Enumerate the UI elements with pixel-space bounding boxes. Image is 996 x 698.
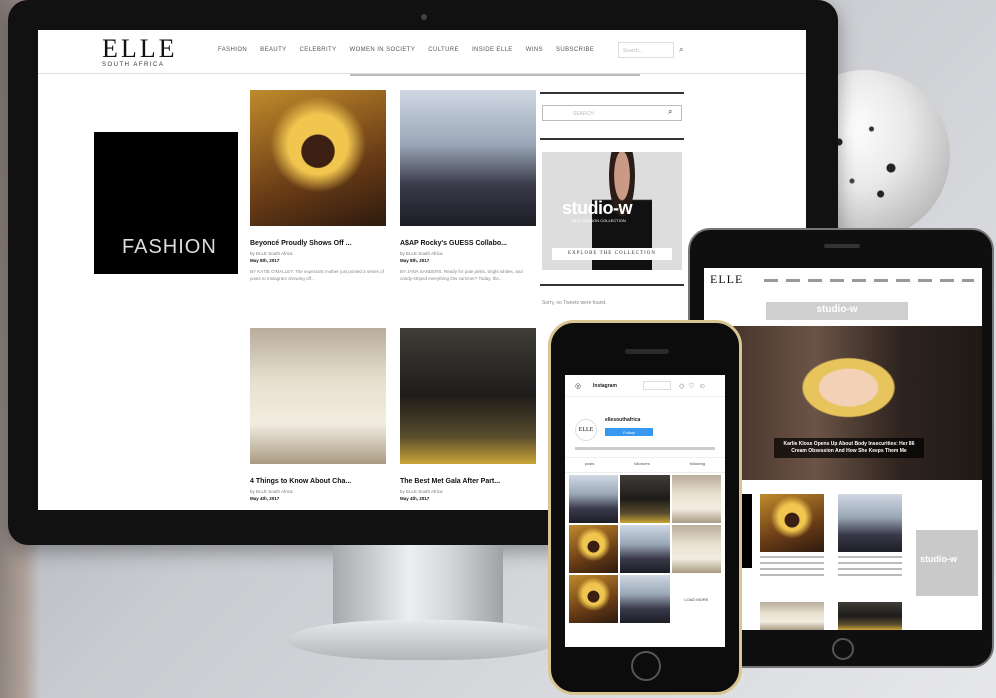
article-text [760, 556, 824, 576]
logo-main: ELLE [102, 34, 178, 63]
avatar[interactable]: ELLE [575, 419, 597, 441]
search-icon[interactable]: ⌕ [668, 107, 672, 117]
article-image[interactable] [838, 494, 902, 552]
elle-logo[interactable]: ELLE SOUTH AFRICA [102, 34, 178, 69]
elle-logo[interactable]: ELLE [710, 272, 743, 287]
instagram-title: Instagram [593, 383, 617, 389]
follow-button[interactable]: Follow [605, 428, 653, 436]
monitor-stand-neck [333, 545, 503, 625]
profile-handle: ellesouthafrica [605, 417, 641, 423]
photo-grid: LOAD MORE [569, 475, 721, 623]
article-title[interactable]: The Best Met Gala After Part... [400, 478, 536, 485]
search-icon[interactable]: ⌕ [679, 45, 683, 55]
ad-cta-button[interactable]: EXPLORE THE COLLECTION [552, 248, 672, 260]
sidebar-search-input[interactable]: SEARCH [542, 105, 682, 121]
category-banner: FASHION [94, 132, 238, 274]
tablet-speaker [824, 244, 860, 248]
grid-photo[interactable] [620, 475, 670, 523]
studio-w-ad[interactable]: studio-w [916, 530, 978, 596]
article-image[interactable] [760, 602, 824, 630]
grid-photo[interactable] [620, 525, 670, 573]
sidebar-divider [540, 138, 684, 140]
profile-bio [575, 447, 715, 450]
main-nav: FASHION BEAUTY CELEBRITY WOMEN IN SOCIET… [218, 47, 594, 53]
profile-stats: posts followers following [565, 457, 725, 473]
ad-brand: studio-w [920, 554, 957, 564]
article-image[interactable] [838, 602, 902, 630]
article-title[interactable]: 4 Things to Know About Cha... [250, 478, 386, 485]
grid-photo[interactable] [569, 575, 619, 623]
article-date: May 8th, 2017 [400, 258, 430, 263]
grid-photo[interactable] [569, 475, 619, 523]
article-title[interactable]: Beyoncé Proudly Shows Off ... [250, 240, 386, 247]
instagram-header: ◎ Instagram ◇♡☺ [565, 375, 725, 397]
sidebar-divider [540, 92, 684, 94]
article-excerpt: BY JANA SANDERS. Ready for pale pinks, b… [400, 269, 523, 281]
grid-photo[interactable] [620, 575, 670, 623]
site-header: ELLE SOUTH AFRICA FASHION BEAUTY CELEBRI… [38, 30, 806, 74]
ad-tagline: NEW SEASON COLLECTION [572, 218, 626, 223]
phone-speaker [625, 349, 669, 354]
nav-item-inside-elle[interactable]: INSIDE ELLE [472, 47, 513, 53]
article-card[interactable]: The Best Met Gala After Part... by ELLE … [400, 328, 536, 501]
article-card[interactable]: 4 Things to Know About Cha... by ELLE So… [250, 328, 386, 501]
nav-item-women-in-society[interactable]: WOMEN IN SOCIETY [350, 47, 416, 53]
article-author: by ELLE South Africa [250, 251, 293, 256]
hero-caption[interactable]: Karlie Kloss Opens Up About Body Insecur… [774, 438, 924, 458]
home-button[interactable] [631, 651, 661, 681]
article-title[interactable]: A$AP Rocky's GUESS Collabo... [400, 240, 536, 247]
article-card[interactable]: Beyoncé Proudly Shows Off ... by ELLE So… [250, 90, 386, 282]
home-button[interactable] [832, 638, 854, 660]
article-image[interactable] [760, 494, 824, 552]
main-nav[interactable] [764, 279, 974, 282]
sidebar-divider [540, 284, 684, 286]
tablet-screen: ELLE studio-w Karlie Kloss Opens Up Abou… [704, 268, 982, 630]
nav-item-fashion[interactable]: FASHION [218, 47, 247, 53]
ad-brand: studio-w [562, 198, 633, 218]
article-date: May 4th, 2017 [250, 496, 280, 501]
nav-item-wins[interactable]: WINS [526, 47, 543, 53]
article-card[interactable]: A$AP Rocky's GUESS Collabo... by ELLE So… [400, 90, 536, 282]
studio-w-banner[interactable]: studio-w [766, 302, 908, 320]
stat-following[interactable]: following [690, 458, 706, 472]
article-date: May 4th, 2017 [400, 496, 430, 501]
nav-icons[interactable]: ◇♡☺ [679, 382, 710, 390]
article-image[interactable] [400, 328, 536, 464]
article-excerpt: BY KATIE O'MALLEY. The expectant mother … [250, 269, 384, 281]
stat-followers[interactable]: followers [634, 458, 650, 472]
phone-screen: ◎ Instagram ◇♡☺ ELLE ellesouthafrica Fol… [565, 375, 725, 647]
article-date: May 8th, 2017 [250, 258, 280, 263]
article-author: by ELLE South Africa [400, 251, 443, 256]
article-image[interactable] [250, 90, 386, 226]
nav-search-input[interactable]: Search... [618, 42, 674, 58]
twitter-feed-empty: Sorry, no Tweets were found. [542, 300, 607, 306]
article-image[interactable] [250, 328, 386, 464]
webcam-icon [421, 14, 427, 20]
nav-underline [350, 74, 640, 76]
monitor-stand-base [288, 620, 558, 660]
nav-item-culture[interactable]: CULTURE [428, 47, 459, 53]
nav-item-celebrity[interactable]: CELEBRITY [300, 47, 337, 53]
stat-posts[interactable]: posts [585, 458, 595, 472]
studio-w-ad[interactable]: studio-w NEW SEASON COLLECTION EXPLORE T… [542, 152, 682, 270]
phone-device: ◎ Instagram ◇♡☺ ELLE ellesouthafrica Fol… [548, 320, 742, 695]
instagram-search-input[interactable] [643, 381, 671, 390]
article-author: by ELLE South Africa [400, 489, 443, 494]
camera-icon[interactable]: ◎ [575, 382, 581, 390]
article-image[interactable] [400, 90, 536, 226]
article-text [838, 556, 902, 576]
grid-photo[interactable] [569, 525, 619, 573]
nav-item-beauty[interactable]: BEAUTY [260, 47, 286, 53]
grid-photo[interactable] [671, 475, 721, 523]
nav-item-subscribe[interactable]: SUBSCRIBE [556, 47, 594, 53]
load-more-button[interactable]: LOAD MORE [672, 575, 721, 623]
article-author: by ELLE South Africa [250, 489, 293, 494]
category-label: FASHION [122, 236, 217, 258]
grid-photo[interactable] [671, 525, 721, 573]
